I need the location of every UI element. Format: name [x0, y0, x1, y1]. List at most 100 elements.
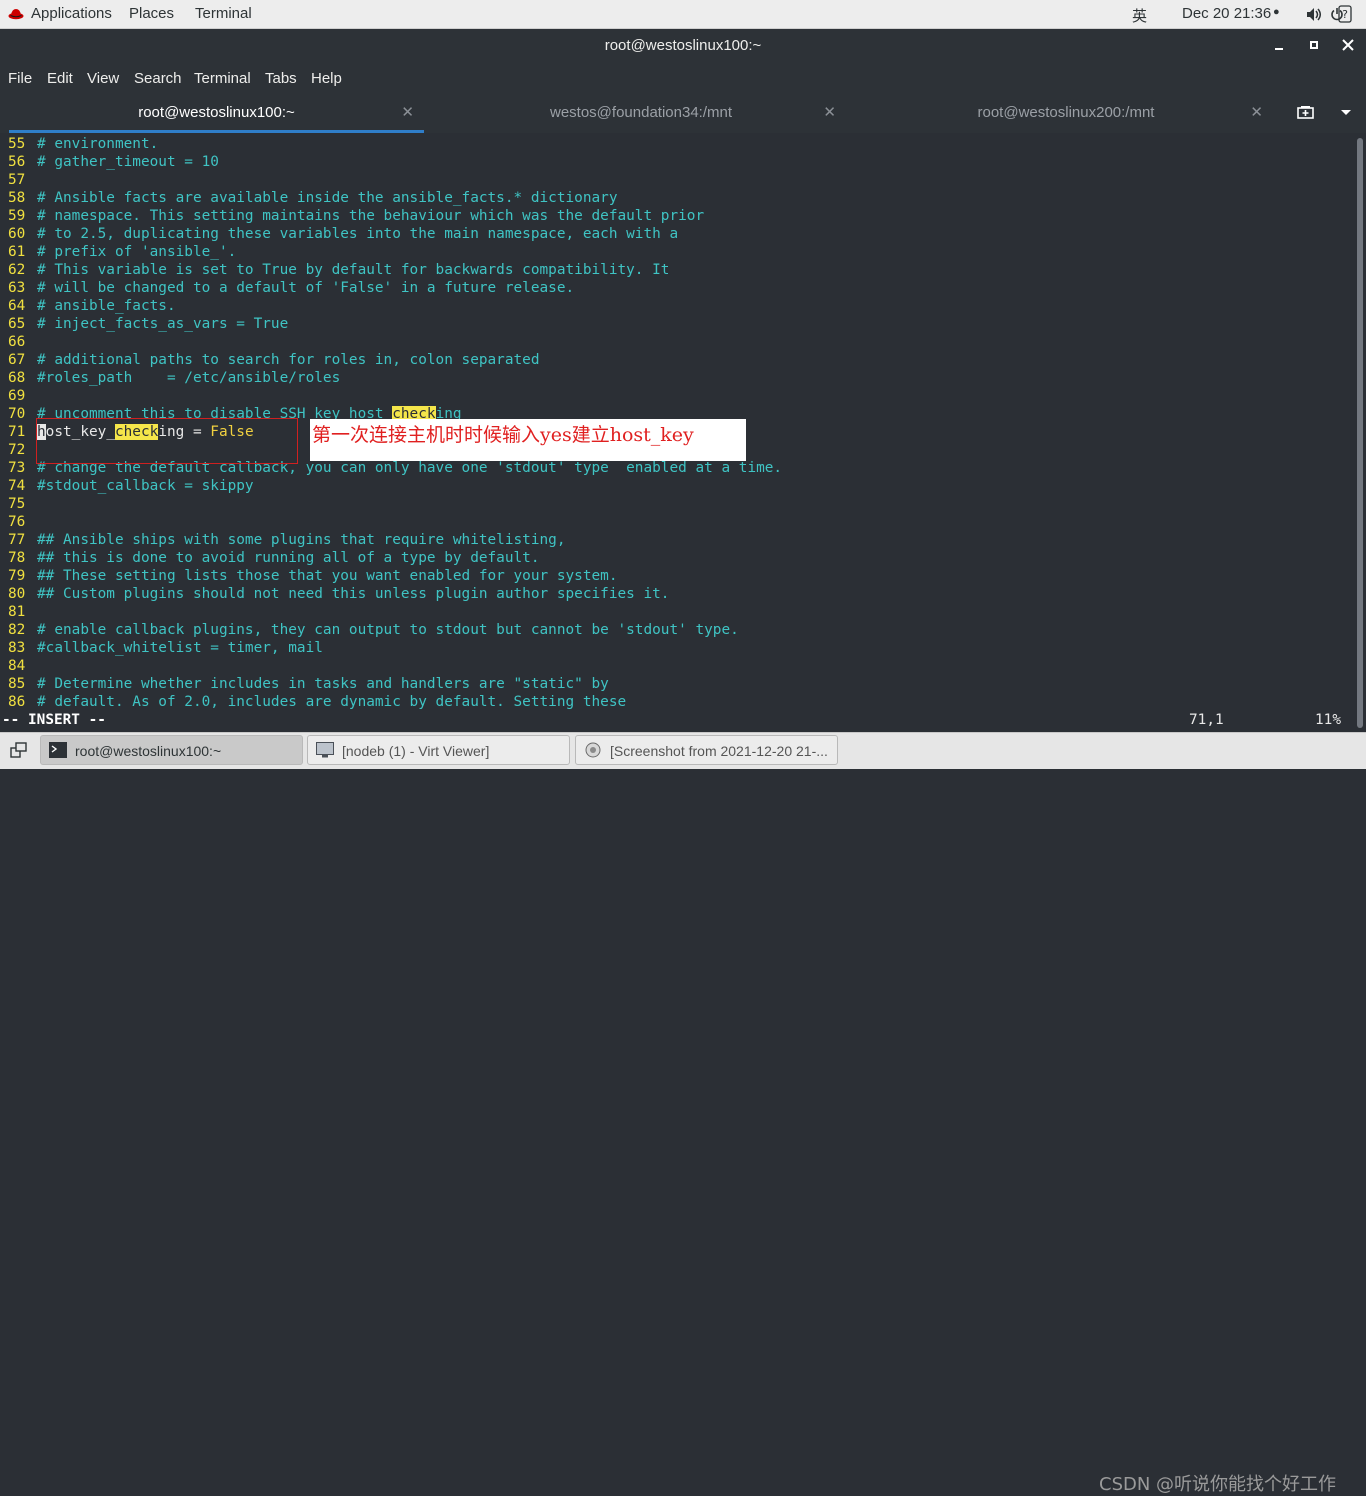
- virt-viewer-icon: [316, 742, 334, 758]
- line-text: # This variable is set to True by defaul…: [37, 262, 670, 278]
- vim-status-line: -- INSERT -- 71,1 11%: [0, 711, 1354, 729]
- line-text: # namespace. This setting maintains the …: [37, 208, 705, 224]
- menu-terminal[interactable]: Terminal: [194, 70, 251, 87]
- taskbar-item-screenshot[interactable]: [Screenshot from 2021-12-20 21-...: [575, 735, 838, 765]
- line-number: 78: [8, 550, 26, 566]
- line-number: 59: [8, 208, 26, 224]
- input-method-indicator[interactable]: 英: [1132, 5, 1147, 26]
- line-number: 61: [8, 244, 26, 260]
- line-number: 74: [8, 478, 26, 494]
- line-number: 79: [8, 568, 26, 584]
- applications-menu[interactable]: Applications: [31, 5, 112, 22]
- tab-close-icon[interactable]: ✕: [1250, 103, 1263, 121]
- line-text: #stdout_callback = skippy: [37, 478, 254, 494]
- line-text: # will be changed to a default of 'False…: [37, 280, 575, 296]
- line-number: 58: [8, 190, 26, 206]
- line-number: 65: [8, 316, 26, 332]
- line-number: 83: [8, 640, 26, 656]
- menu-bar: File Edit View Search Terminal Tabs Help: [0, 63, 1366, 93]
- tab-root-westoslinux200[interactable]: root@westoslinux200:/mnt ✕: [848, 93, 1273, 133]
- scrollbar-thumb[interactable]: [1357, 138, 1363, 728]
- menu-help[interactable]: Help: [311, 70, 342, 87]
- taskbar-item-terminal[interactable]: root@westoslinux100:~: [40, 735, 303, 765]
- menu-search[interactable]: Search: [134, 70, 182, 87]
- menu-view[interactable]: View: [87, 70, 119, 87]
- line-text: #roles_path = /etc/ansible/roles: [37, 370, 341, 386]
- taskbar-item-label: [Screenshot from 2021-12-20 21-...: [610, 743, 828, 759]
- maximize-icon: [1310, 41, 1318, 49]
- taskbar-item-label: root@westoslinux100:~: [75, 743, 222, 759]
- clock[interactable]: Dec 20 21:36: [1182, 5, 1271, 22]
- places-menu[interactable]: Places: [129, 5, 174, 22]
- line-text: # Ansible facts are available inside the…: [37, 190, 618, 206]
- window-titlebar[interactable]: root@westoslinux100:~: [0, 29, 1366, 63]
- line-number: 73: [8, 460, 26, 476]
- line-number: 82: [8, 622, 26, 638]
- menu-file[interactable]: File: [8, 70, 32, 87]
- maximize-button[interactable]: [1306, 37, 1322, 53]
- annotation-note: 第一次连接主机时时候输入yes建立host_key: [310, 419, 746, 461]
- gnome-top-bar: Applications Places Terminal 英 Dec 20 21…: [0, 0, 1366, 29]
- taskbar-item-label: [nodeb (1) - Virt Viewer]: [342, 743, 490, 759]
- tab-close-icon[interactable]: ✕: [401, 103, 414, 121]
- image-viewer-icon: [585, 742, 601, 758]
- line-text: #callback_whitelist = timer, mail: [37, 640, 323, 656]
- terminal-scrollbar[interactable]: [1354, 134, 1366, 730]
- line-text: # additional paths to search for roles i…: [37, 352, 540, 368]
- line-number: 86: [8, 694, 26, 710]
- taskbar-item-virt-viewer[interactable]: [nodeb (1) - Virt Viewer]: [307, 735, 570, 765]
- scroll-percent: 11%: [1315, 712, 1341, 728]
- close-button[interactable]: [1340, 37, 1356, 53]
- line-text: ## Ansible ships with some plugins that …: [37, 532, 566, 548]
- line-number: 55: [8, 136, 26, 152]
- volume-icon[interactable]: [1306, 7, 1324, 22]
- line-number: 69: [8, 388, 26, 404]
- line-text: ## this is done to avoid running all of …: [37, 550, 540, 566]
- line-number: 66: [8, 334, 26, 350]
- line-text: # ansible_facts.: [37, 298, 176, 314]
- line-number: 84: [8, 658, 26, 674]
- new-tab-icon[interactable]: [1297, 105, 1315, 121]
- line-text: ## Custom plugins should not need this u…: [37, 586, 670, 602]
- minimize-icon: [1275, 48, 1283, 50]
- line-number: 85: [8, 676, 26, 692]
- line-text: # Determine whether includes in tasks an…: [37, 676, 609, 692]
- tab-bar: root@westoslinux100:~ ✕ westos@foundatio…: [0, 93, 1366, 133]
- recording-dot-icon: ●: [1273, 6, 1280, 18]
- minimize-button[interactable]: [1271, 37, 1287, 53]
- tab-list-chevron-down-icon[interactable]: [1340, 109, 1352, 117]
- line-number: 76: [8, 514, 26, 530]
- line-number: 56: [8, 154, 26, 170]
- tab-root-westoslinux100[interactable]: root@westoslinux100:~ ✕: [9, 93, 424, 133]
- menu-tabs[interactable]: Tabs: [265, 70, 297, 87]
- line-text: # gather_timeout = 10: [37, 154, 219, 170]
- terminal-icon: [49, 742, 67, 758]
- line-number: 71: [8, 424, 26, 440]
- help-icon[interactable]: ?: [1338, 5, 1352, 23]
- close-icon: [1342, 39, 1354, 51]
- line-text: # prefix of 'ansible_'.: [37, 244, 237, 260]
- menu-edit[interactable]: Edit: [47, 70, 73, 87]
- line-number: 80: [8, 586, 26, 602]
- terminal-app-menu[interactable]: Terminal: [195, 5, 252, 22]
- line-number: 72: [8, 442, 26, 458]
- window-title: root@westoslinux100:~: [604, 37, 762, 54]
- line-text: ## These setting lists those that you wa…: [37, 568, 618, 584]
- line-text: # environment.: [37, 136, 159, 152]
- annotation-highlight-box: [36, 418, 298, 464]
- line-number: 81: [8, 604, 26, 620]
- cursor-position: 71,1: [1189, 712, 1224, 728]
- show-desktop-icon[interactable]: [10, 742, 28, 758]
- line-number: 57: [8, 172, 26, 188]
- tab-label: root@westoslinux200:/mnt: [977, 104, 1155, 121]
- tab-label: westos@foundation34:/mnt: [550, 104, 732, 121]
- vim-mode-indicator: -- INSERT --: [2, 712, 106, 728]
- line-number: 63: [8, 280, 26, 296]
- line-number: 68: [8, 370, 26, 386]
- window-list-taskbar: root@westoslinux100:~ [nodeb (1) - Virt …: [0, 732, 1366, 1495]
- line-text: # to 2.5, duplicating these variables in…: [37, 226, 679, 242]
- tab-close-icon[interactable]: ✕: [823, 103, 836, 121]
- tab-westos-foundation34[interactable]: westos@foundation34:/mnt ✕: [426, 93, 846, 133]
- annotation-text: 第一次连接主机时时候输入yes建立host_key: [312, 424, 694, 446]
- line-number: 62: [8, 262, 26, 278]
